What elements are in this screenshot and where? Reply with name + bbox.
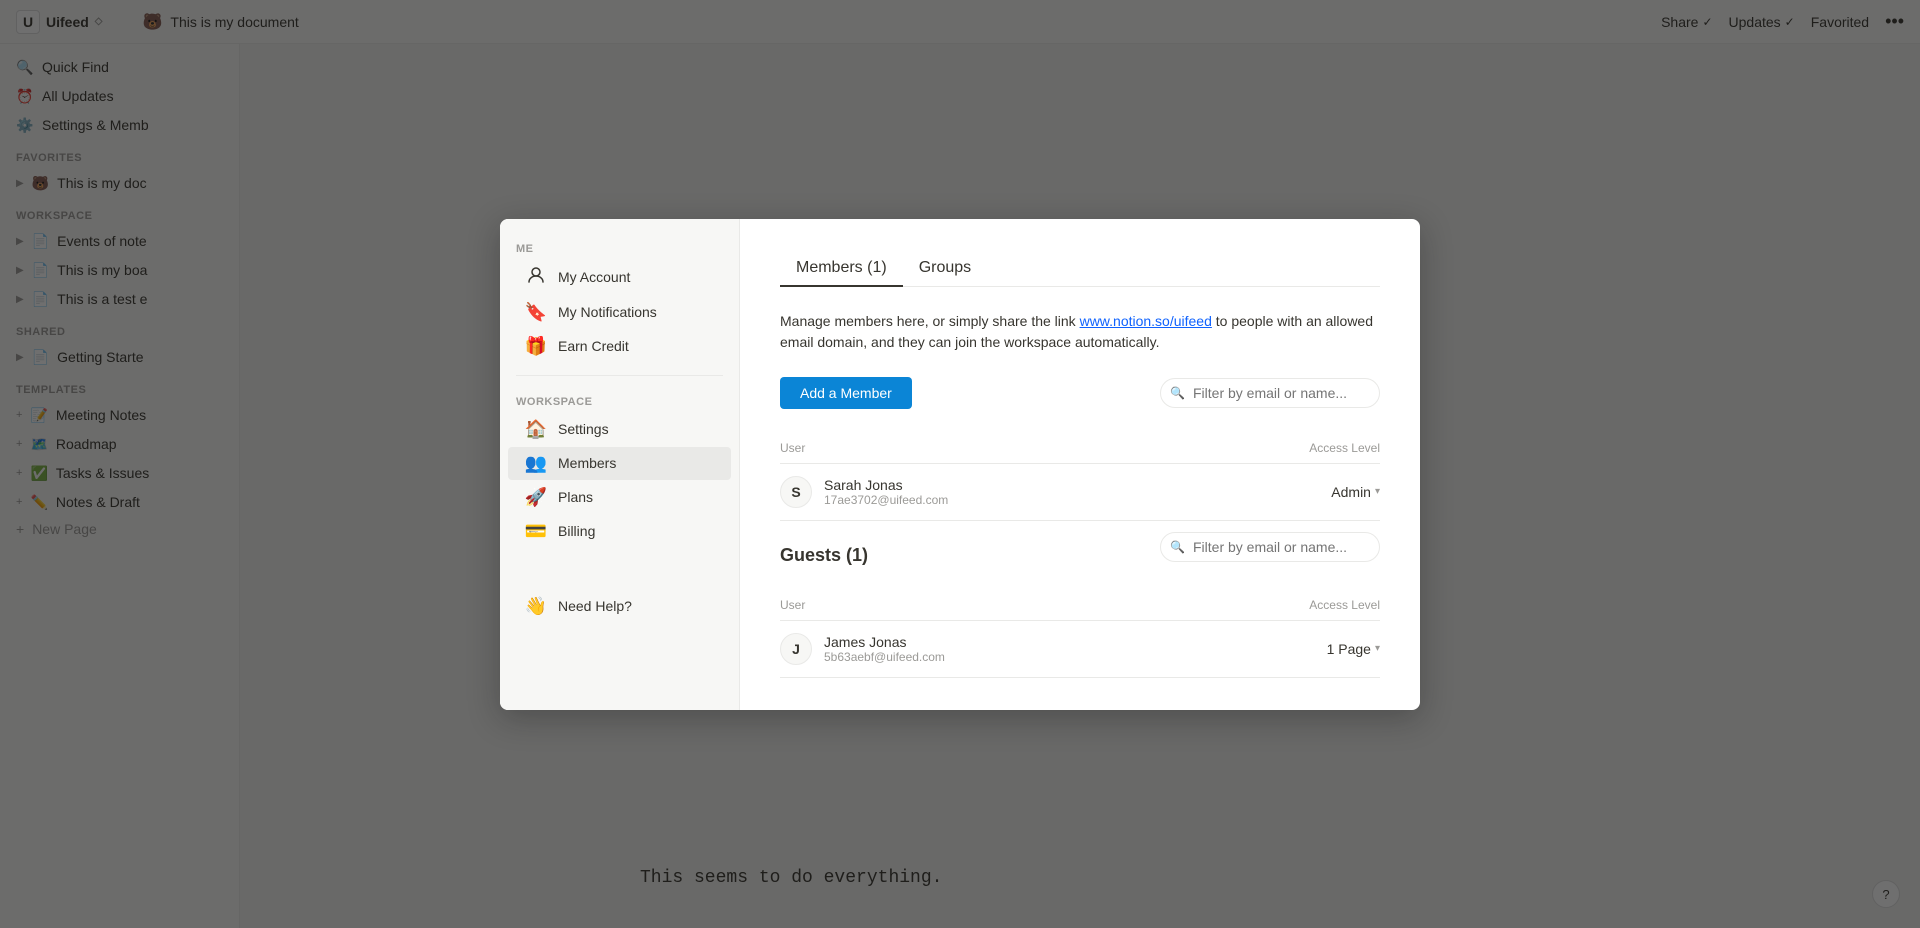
members-filter-input[interactable] (1160, 378, 1380, 408)
modal-nav-settings[interactable]: 🏠 Settings (508, 413, 731, 446)
my-account-icon (524, 266, 548, 289)
action-row: Add a Member 🔍 (780, 377, 1380, 409)
modal-main-content: Members (1) Groups Manage members here, … (740, 219, 1420, 710)
guests-section-row: Guests (1) 🔍 (780, 521, 1380, 574)
guests-filter-input[interactable] (1160, 532, 1380, 562)
access-level-sarah[interactable]: Admin ▾ (1331, 484, 1380, 500)
tab-members[interactable]: Members (1) (780, 251, 903, 287)
access-chevron-sarah: ▾ (1375, 486, 1380, 497)
access-level-james[interactable]: 1 Page ▾ (1327, 641, 1380, 657)
user-details-sarah: Sarah Jonas 17ae3702@uifeed.com (824, 477, 948, 507)
user-name-james: James Jonas (824, 634, 945, 650)
modal-nav-members[interactable]: 👥 Members (508, 447, 731, 480)
uifeed-link[interactable]: www.notion.so/uifeed (1080, 313, 1212, 329)
modal-billing-icon: 💳 (524, 521, 548, 542)
earn-credit-icon: 🎁 (524, 336, 548, 357)
add-member-button[interactable]: Add a Member (780, 377, 912, 409)
guests-access-col-header: Access Level (1309, 598, 1380, 612)
modal-overlay[interactable]: ME My Account 🔖 My Notifications 🎁 Earn … (0, 0, 1920, 928)
tab-groups[interactable]: Groups (903, 251, 987, 287)
modal-members-icon: 👥 (524, 453, 548, 474)
table-row: J James Jonas 5b63aebf@uifeed.com 1 Page… (780, 621, 1380, 678)
modal-nav-my-account[interactable]: My Account (508, 260, 731, 295)
access-chevron-james: ▾ (1375, 643, 1380, 654)
modal-workspace-label: WORKSPACE (500, 388, 739, 412)
user-email-sarah: 17ae3702@uifeed.com (824, 493, 948, 507)
user-info-james: J James Jonas 5b63aebf@uifeed.com (780, 633, 945, 665)
need-help-icon: 👋 (524, 596, 548, 617)
user-col-header: User (780, 441, 805, 455)
guests-filter-icon: 🔍 (1170, 540, 1185, 554)
user-email-james: 5b63aebf@uifeed.com (824, 650, 945, 664)
user-name-sarah: Sarah Jonas (824, 477, 948, 493)
members-table-header: User Access Level (780, 433, 1380, 464)
modal-nav-plans[interactable]: 🚀 Plans (508, 481, 731, 514)
modal-divider (516, 375, 723, 376)
modal-nav-earn-credit[interactable]: 🎁 Earn Credit (508, 330, 731, 363)
modal-nav-my-notifications[interactable]: 🔖 My Notifications (508, 296, 731, 329)
members-filter-wrap: 🔍 (1160, 378, 1380, 408)
members-filter-icon: 🔍 (1170, 386, 1185, 400)
modal-sidebar: ME My Account 🔖 My Notifications 🎁 Earn … (500, 219, 740, 710)
modal-description: Manage members here, or simply share the… (780, 311, 1380, 353)
modal-tabs: Members (1) Groups (780, 251, 1380, 287)
guests-heading: Guests (1) (780, 545, 868, 566)
guests-table-header: User Access Level (780, 590, 1380, 621)
modal-nav-billing[interactable]: 💳 Billing (508, 515, 731, 548)
avatar-james: J (780, 633, 812, 665)
user-info-sarah: S Sarah Jonas 17ae3702@uifeed.com (780, 476, 948, 508)
modal-plans-icon: 🚀 (524, 487, 548, 508)
avatar-sarah: S (780, 476, 812, 508)
my-notifications-icon: 🔖 (524, 302, 548, 323)
access-col-header: Access Level (1309, 441, 1380, 455)
guests-user-col-header: User (780, 598, 805, 612)
settings-modal: ME My Account 🔖 My Notifications 🎁 Earn … (500, 219, 1420, 710)
table-row: S Sarah Jonas 17ae3702@uifeed.com Admin … (780, 464, 1380, 521)
modal-settings-icon: 🏠 (524, 419, 548, 440)
guests-filter-wrap: 🔍 (1160, 532, 1380, 562)
modal-me-label: ME (500, 235, 739, 259)
user-details-james: James Jonas 5b63aebf@uifeed.com (824, 634, 945, 664)
modal-nav-need-help[interactable]: 👋 Need Help? (508, 590, 731, 623)
